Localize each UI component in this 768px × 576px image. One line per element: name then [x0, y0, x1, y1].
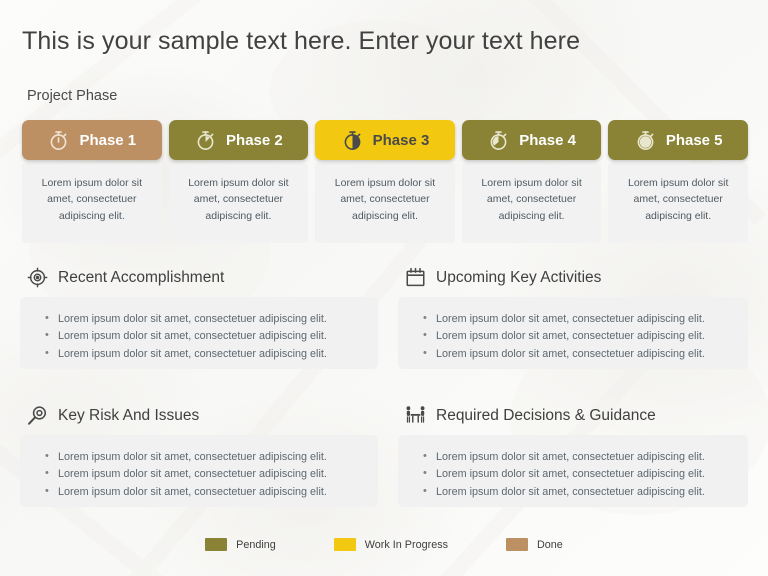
legend-item-work-in-progress: Work In Progress — [333, 538, 448, 551]
legend-swatch-pending — [205, 538, 228, 551]
section-panel: Lorem ipsum dolor sit amet, consectetuer… — [398, 435, 748, 507]
list-item: Lorem ipsum dolor sit amet, consectetuer… — [423, 465, 732, 483]
stopwatch-icon — [344, 130, 361, 150]
phase-card-row: Phase 1 Lorem ipsum dolor sit amet, cons… — [22, 120, 748, 243]
legend-label: Work In Progress — [364, 538, 448, 551]
section-header: Upcoming Key Activities — [398, 266, 748, 289]
phase-card[interactable]: Phase 3 Lorem ipsum dolor sit amet, cons… — [315, 120, 455, 243]
status-legend: Pending Work In Progress Done — [0, 538, 768, 551]
stopwatch-icon — [197, 130, 214, 150]
section-header: Required Decisions & Guidance — [398, 404, 748, 427]
list-item: Lorem ipsum dolor sit amet, consectetuer… — [423, 483, 732, 501]
phase-body-text: Lorem ipsum dolor sit amet, consectetuer… — [608, 163, 748, 243]
phase-body-text: Lorem ipsum dolor sit amet, consectetuer… — [461, 163, 602, 243]
section-title: Upcoming Key Activities — [436, 268, 602, 286]
phase-body-text: Lorem ipsum dolor sit amet, consectetuer… — [22, 163, 162, 243]
phase-header[interactable]: Phase 2 — [168, 120, 309, 160]
target-icon — [27, 267, 48, 288]
stopwatch-icon — [51, 130, 67, 150]
stopwatch-icon — [490, 130, 507, 150]
legend-item-pending: Pending — [205, 538, 276, 551]
list-item: Lorem ipsum dolor sit amet, consectetuer… — [45, 327, 362, 345]
section-title: Required Decisions & Guidance — [436, 406, 656, 424]
list-item: Lorem ipsum dolor sit amet, consectetuer… — [423, 345, 732, 363]
phase-label: Phase 4 — [519, 131, 576, 149]
list-item: Lorem ipsum dolor sit amet, consectetuer… — [45, 483, 362, 501]
bullet-list: Lorem ipsum dolor sit amet, consectetuer… — [42, 448, 362, 501]
legend-swatch-work-in-progress — [333, 538, 356, 551]
legend-item-done: Done — [506, 538, 563, 551]
list-item: Lorem ipsum dolor sit amet, consectetuer… — [45, 448, 362, 466]
section-header: Recent Accomplishment — [20, 266, 378, 289]
phase-header[interactable]: Phase 4 — [461, 120, 602, 160]
magnifier-icon — [28, 406, 47, 425]
section-panel: Lorem ipsum dolor sit amet, consectetuer… — [20, 435, 378, 507]
phase-label: Phase 2 — [226, 131, 283, 149]
section-upcoming-key-activities: Upcoming Key Activities Lorem ipsum dolo… — [398, 266, 748, 369]
bullet-list: Lorem ipsum dolor sit amet, consectetuer… — [420, 310, 732, 363]
bullet-list: Lorem ipsum dolor sit amet, consectetuer… — [42, 310, 362, 363]
list-item: Lorem ipsum dolor sit amet, consectetuer… — [45, 345, 362, 363]
section-panel: Lorem ipsum dolor sit amet, consectetuer… — [20, 297, 378, 369]
list-item: Lorem ipsum dolor sit amet, consectetuer… — [45, 310, 362, 328]
phase-card[interactable]: Phase 1 Lorem ipsum dolor sit amet, cons… — [22, 120, 162, 243]
section-panel: Lorem ipsum dolor sit amet, consectetuer… — [398, 297, 748, 369]
section-title: Key Risk And Issues — [58, 406, 200, 424]
phase-label: Phase 1 — [79, 131, 137, 149]
phase-header[interactable]: Phase 1 — [22, 120, 162, 160]
phase-header[interactable]: Phase 5 — [608, 120, 748, 160]
list-item: Lorem ipsum dolor sit amet, consectetuer… — [45, 465, 362, 483]
section-header: Key Risk And Issues — [20, 404, 378, 427]
list-item: Lorem ipsum dolor sit amet, consectetuer… — [423, 327, 732, 345]
section-recent-accomplishment: Recent Accomplishment Lorem ipsum dolor … — [20, 266, 378, 369]
legend-label: Done — [537, 538, 563, 551]
list-item: Lorem ipsum dolor sit amet, consectetuer… — [423, 310, 732, 328]
project-phase-label: Project Phase — [27, 88, 118, 104]
section-key-risk-and-issues: Key Risk And Issues Lorem ipsum dolor si… — [20, 404, 378, 507]
phase-label: Phase 5 — [665, 131, 723, 149]
section-title: Recent Accomplishment — [58, 268, 225, 286]
bullet-list: Lorem ipsum dolor sit amet, consectetuer… — [420, 448, 732, 501]
phase-header[interactable]: Phase 3 — [315, 120, 455, 160]
legend-label: Pending — [236, 538, 276, 551]
meeting-icon — [406, 406, 425, 423]
phase-label: Phase 3 — [372, 131, 430, 149]
phase-card[interactable]: Phase 5 Lorem ipsum dolor sit amet, cons… — [608, 120, 748, 243]
phase-body-text: Lorem ipsum dolor sit amet, consectetuer… — [168, 163, 309, 243]
legend-swatch-done — [506, 538, 528, 551]
calendar-icon — [406, 267, 425, 287]
section-required-decisions-guidance: Required Decisions & Guidance Lorem ipsu… — [398, 404, 748, 507]
list-item: Lorem ipsum dolor sit amet, consectetuer… — [423, 448, 732, 466]
phase-card[interactable]: Phase 4 Lorem ipsum dolor sit amet, cons… — [461, 120, 602, 243]
slide-canvas: This is your sample text here. Enter you… — [0, 0, 768, 576]
phase-card[interactable]: Phase 2 Lorem ipsum dolor sit amet, cons… — [168, 120, 309, 243]
phase-body-text: Lorem ipsum dolor sit amet, consectetuer… — [315, 163, 455, 243]
stopwatch-icon — [637, 130, 654, 150]
page-title: This is your sample text here. Enter you… — [22, 27, 581, 55]
